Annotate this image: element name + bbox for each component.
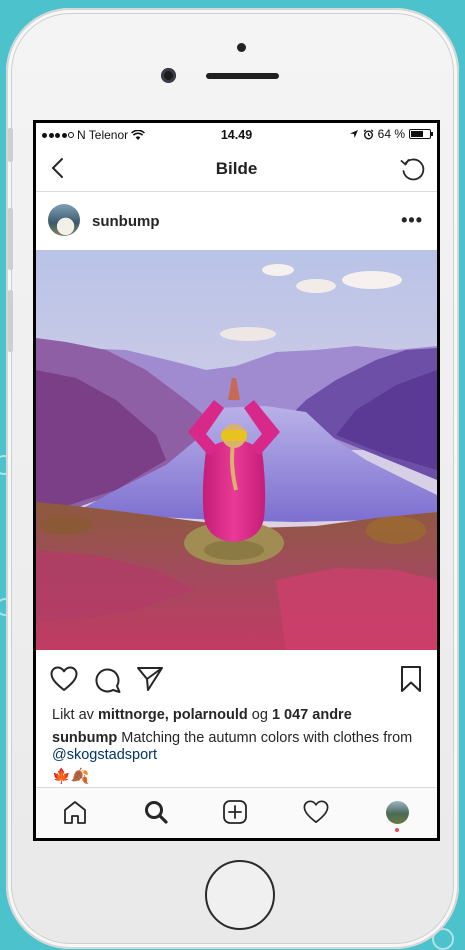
caption-username[interactable]: sunbump [52,730,117,746]
post-username[interactable]: sunbump [92,213,160,230]
post-caption: sunbump Matching the autumn colors with … [52,730,422,764]
home-icon[interactable] [62,799,88,825]
tab-bar [36,787,437,838]
nav-bar: Bilde [36,145,437,192]
post-photo[interactable] [36,250,437,650]
battery-percent: 64 % [377,127,405,141]
proximity-sensor [237,43,246,52]
volume-down-button [8,290,13,352]
refresh-icon[interactable] [399,155,427,183]
post-actions [36,658,437,698]
comment-icon[interactable] [94,666,122,694]
caption-text: Matching the autumn colors with clothes … [117,730,413,746]
earpiece-speaker [206,73,279,79]
post-header: sunbump ••• [36,192,437,250]
likes-line: Likt av mittnorge, polarnould og 1 047 a… [52,707,352,723]
bookmark-icon[interactable] [400,665,422,693]
battery-icon [409,129,433,139]
front-camera [161,68,176,83]
share-icon[interactable] [136,665,164,693]
likes-count[interactable]: 1 047 andre [272,707,352,723]
plus-square-icon[interactable] [222,799,248,825]
alarm-icon [363,128,374,139]
caption-emojis: 🍁🍂 [52,768,90,785]
more-options-icon[interactable]: ••• [401,210,423,231]
search-icon[interactable] [143,799,169,825]
post-image [36,250,437,650]
phone-screen: N Telenor 14.49 64 % Bilde sunbump ••• L… [33,120,440,841]
mute-switch [8,128,13,162]
status-bar: N Telenor 14.49 64 % [36,123,437,145]
avatar[interactable] [386,801,409,824]
home-button[interactable] [205,860,275,930]
liked-by-names[interactable]: mittnorge, polarnould [98,707,248,723]
caption-mention[interactable]: @skogstadsport [52,747,157,763]
avatar[interactable] [48,204,80,236]
location-icon [349,130,358,138]
heart-icon[interactable] [303,799,329,825]
page-title: Bilde [215,159,258,178]
notification-dot [395,828,399,832]
volume-up-button [8,208,13,270]
heart-icon[interactable] [50,666,78,692]
